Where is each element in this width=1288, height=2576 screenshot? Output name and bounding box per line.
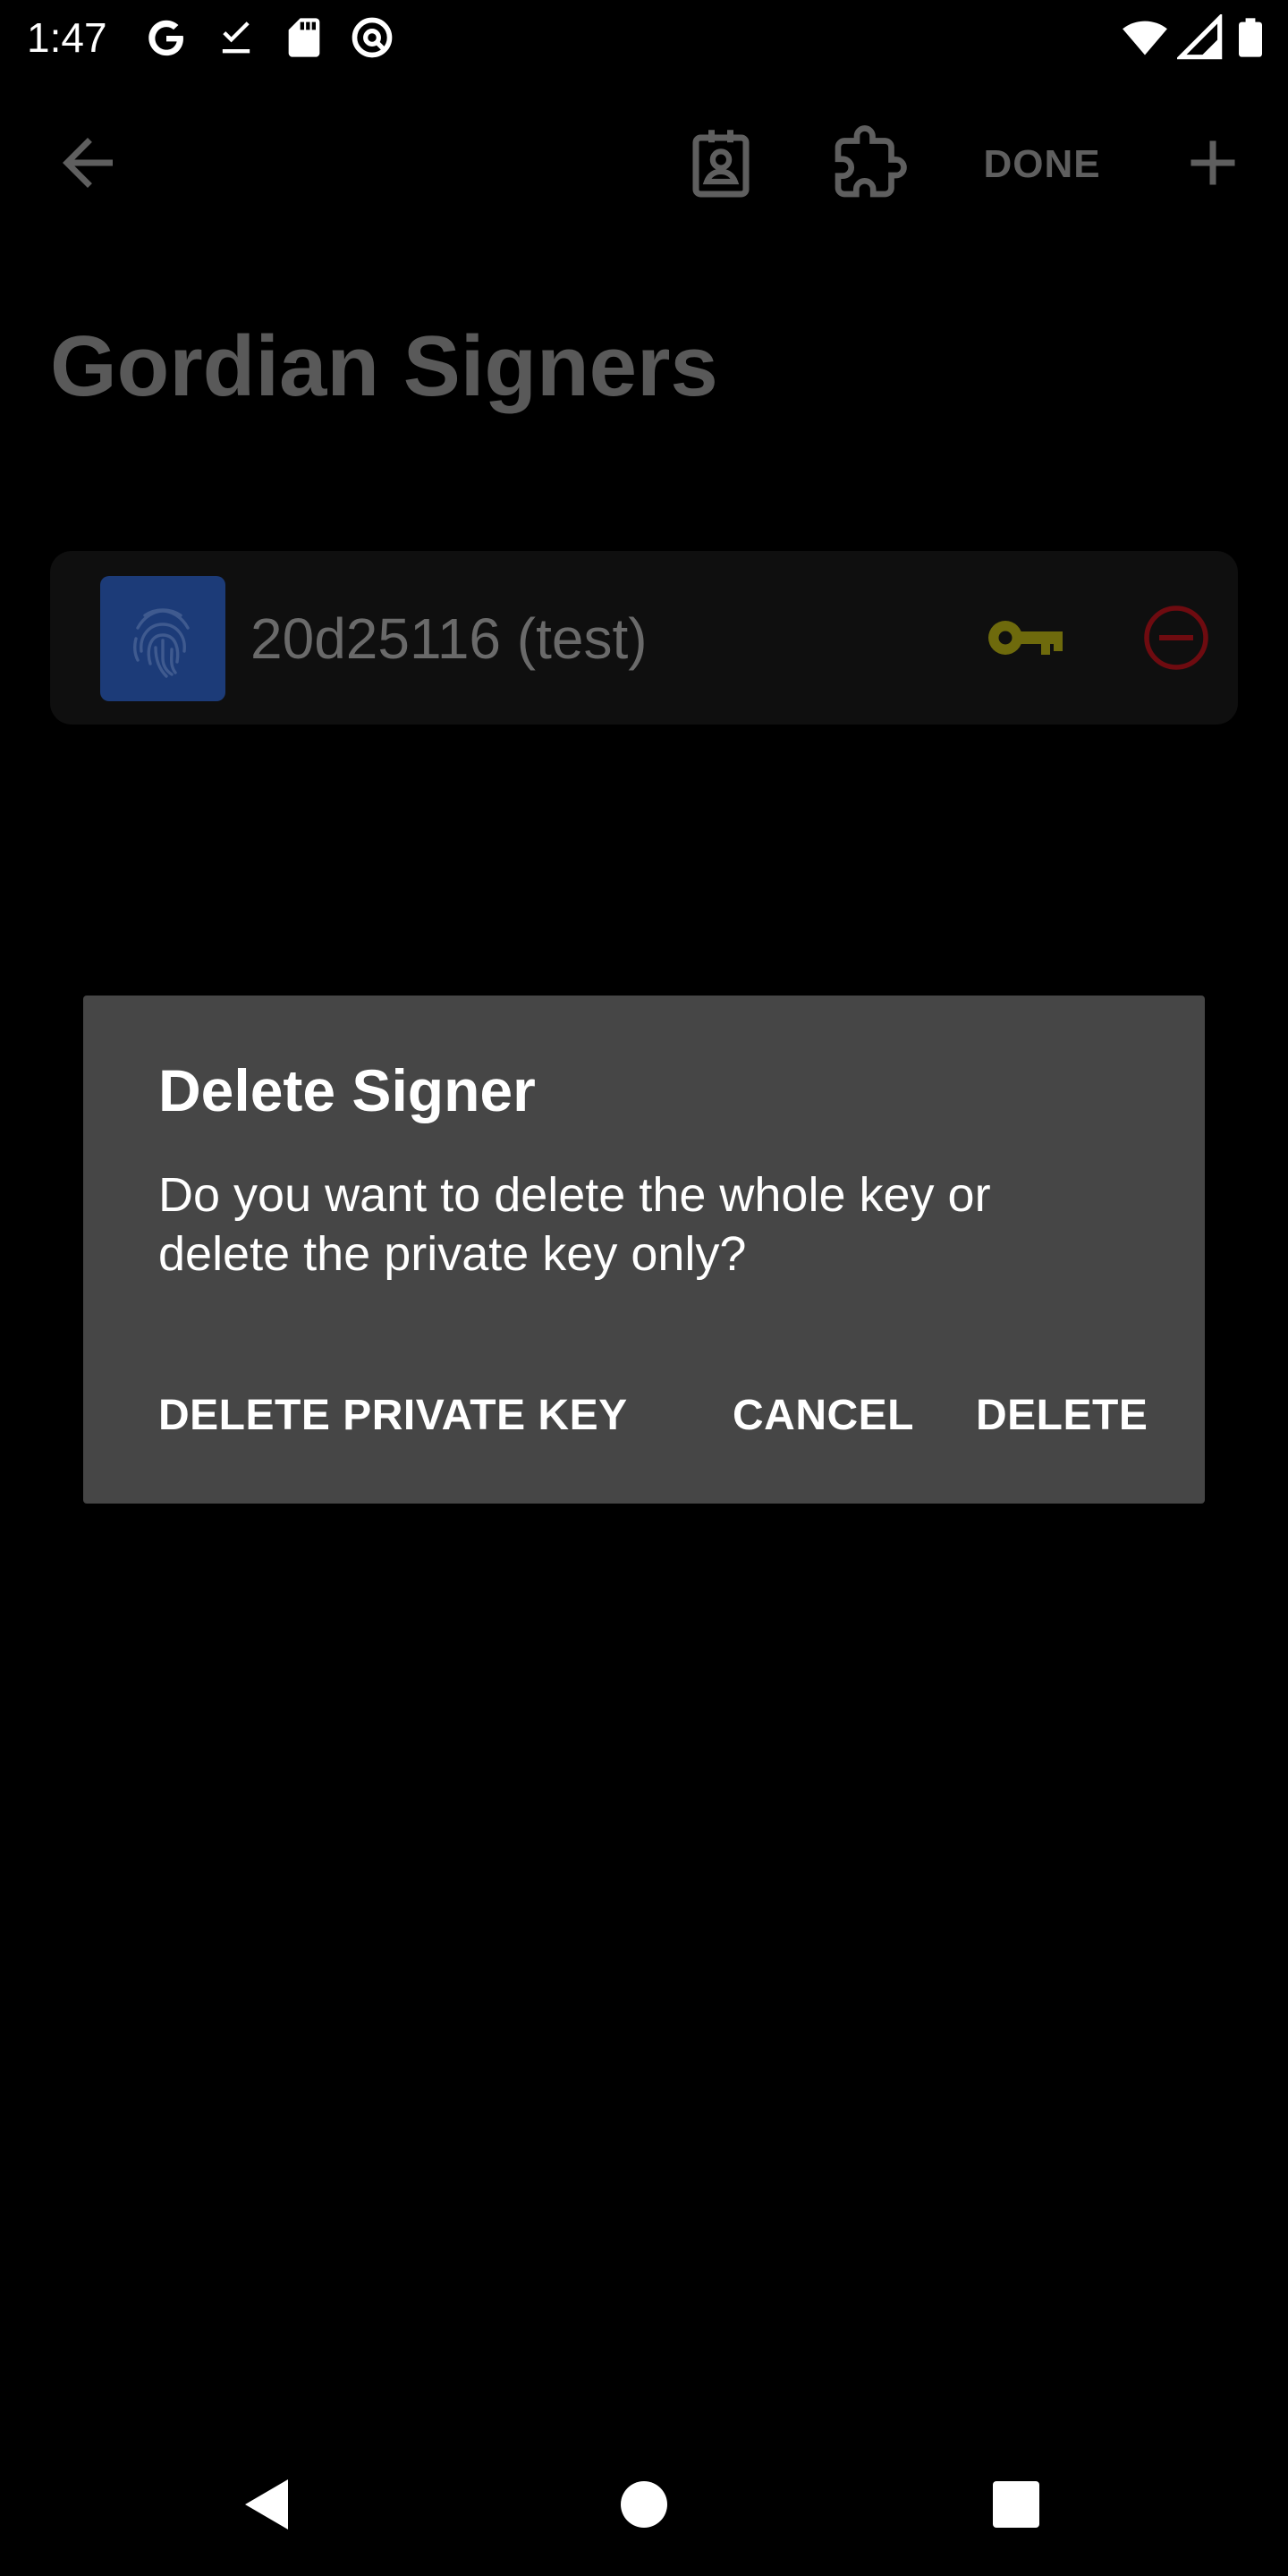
back-triangle-icon[interactable] [234,2469,306,2540]
toolbar: DONE [0,98,1288,227]
contact-badge-icon[interactable] [683,125,758,200]
puzzle-icon[interactable] [832,125,907,200]
screen: 1:47 DONE Gordian Signers 20d25116 (test… [0,0,1288,2576]
signer-name: 20d25116 (test) [250,606,648,671]
dialog-message: Do you want to delete the whole key or d… [158,1168,991,1281]
download-done-icon [213,14,259,61]
status-time: 1:47 [27,14,107,61]
sd-card-icon [281,14,327,61]
at-sign-icon [349,14,395,61]
key-icon[interactable] [986,605,1066,671]
battery-icon [1227,14,1274,61]
cancel-button[interactable]: CANCEL [733,1371,914,1461]
fingerprint-icon [100,576,225,701]
status-bar: 1:47 [0,0,1288,75]
done-button[interactable]: DONE [966,138,1118,191]
delete-private-key-button[interactable]: DELETE PRIVATE KEY [158,1371,628,1461]
plus-icon[interactable] [1175,125,1250,200]
dialog-title: Delete Signer [158,1057,536,1123]
signal-icon [1177,14,1224,61]
wifi-icon [1122,14,1168,61]
delete-button[interactable]: DELETE [976,1371,1148,1461]
page-title: Gordian Signers [50,318,718,414]
recents-square-icon[interactable] [980,2469,1052,2540]
navigation-bar [0,2424,1288,2576]
google-icon [143,14,190,61]
minus-circle-icon[interactable] [1140,601,1213,674]
arrow-back-icon[interactable] [50,125,125,200]
delete-signer-dialog: Delete Signer Do you want to delete the … [83,996,1205,1504]
home-circle-icon[interactable] [608,2469,680,2540]
signer-row[interactable]: 20d25116 (test) [50,551,1238,724]
